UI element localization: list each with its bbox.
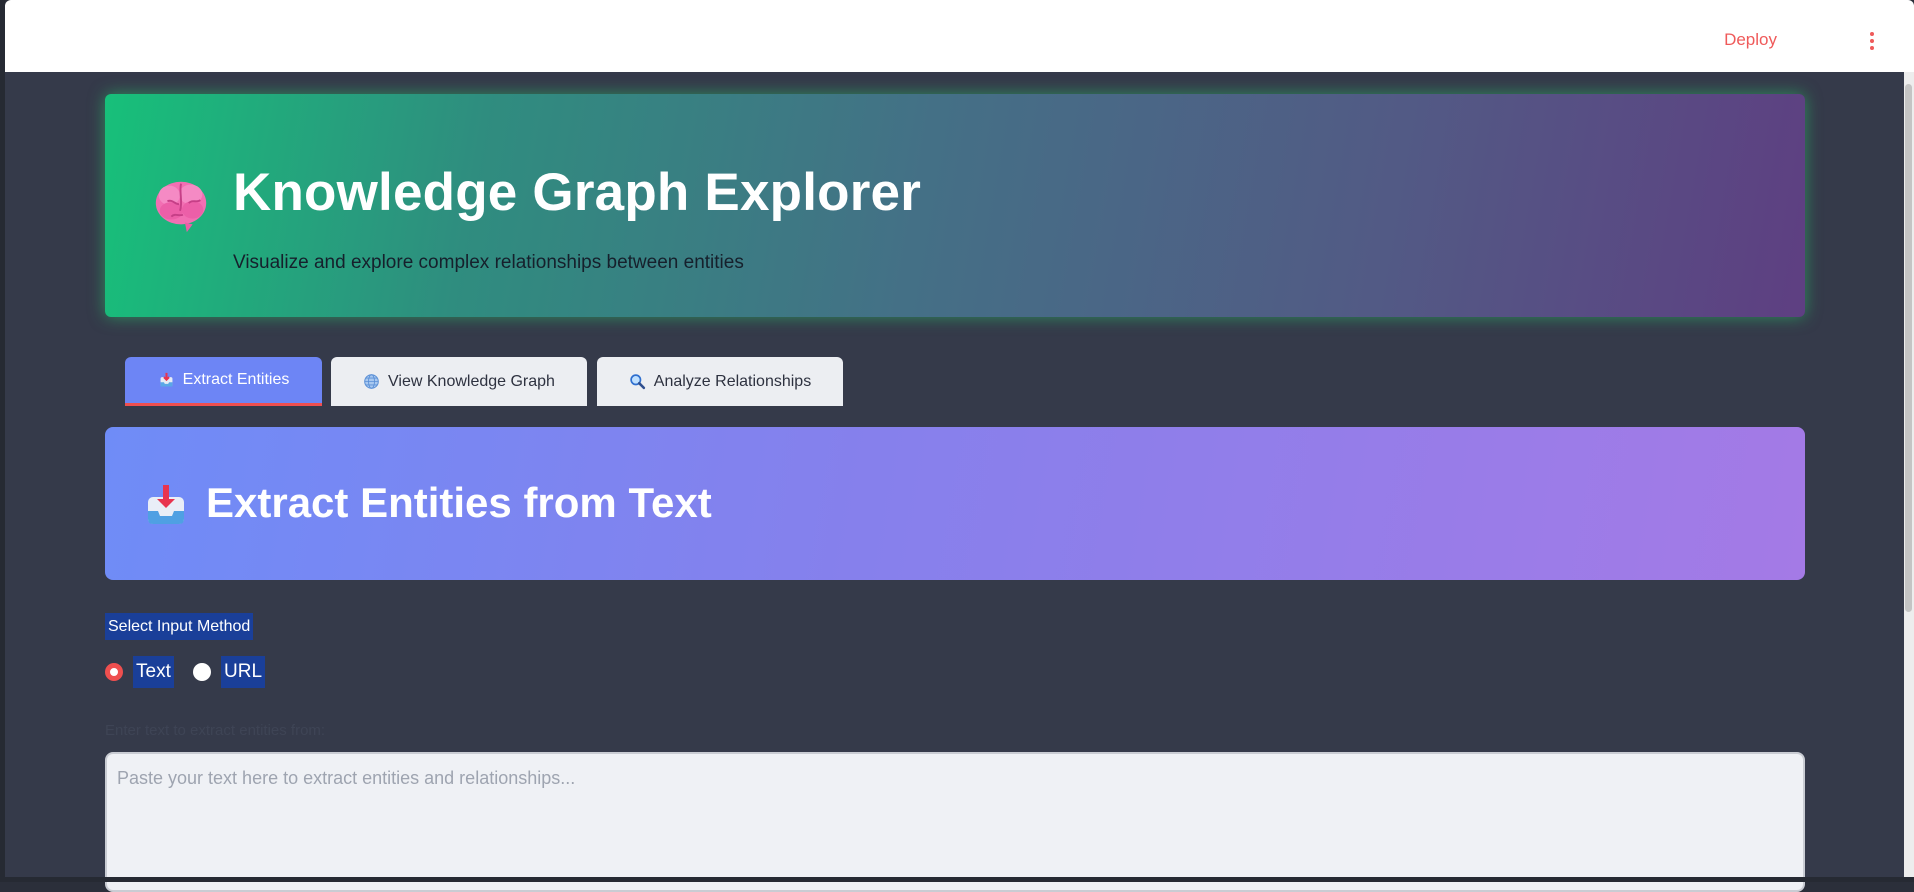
tab-label: Extract Entities xyxy=(182,371,290,388)
tab-extract-entities[interactable]: Extract Entities xyxy=(125,357,322,406)
kebab-menu-icon[interactable] xyxy=(1870,32,1874,50)
page-subtitle: Visualize and explore complex relationsh… xyxy=(233,252,744,273)
tab-label: Analyze Relationships xyxy=(653,372,812,390)
globe-icon xyxy=(364,374,379,389)
scrollbar-thumb[interactable] xyxy=(1905,84,1912,612)
radio-selected-icon[interactable] xyxy=(105,663,123,681)
header-banner: Knowledge Graph Explorer Visualize and e… xyxy=(105,94,1805,317)
text-input-label: Enter text to extract entities from: xyxy=(105,722,326,739)
tab-analyze-relationships[interactable]: Analyze Relationships xyxy=(597,357,843,406)
window-frame-bottom xyxy=(0,877,1914,882)
brain-icon xyxy=(155,181,207,233)
extract-section-banner: Extract Entities from Text xyxy=(105,427,1805,580)
radio-unselected-icon[interactable] xyxy=(193,663,211,681)
radio-text[interactable]: Text xyxy=(105,656,174,688)
radio-label: Text xyxy=(133,656,174,688)
input-method-label: Select Input Method xyxy=(105,613,254,640)
tab-view-knowledge-graph[interactable]: View Knowledge Graph xyxy=(331,357,587,406)
radio-label: URL xyxy=(221,656,266,688)
top-toolbar: Deploy xyxy=(5,0,1914,72)
inbox-tray-icon xyxy=(160,372,173,386)
tab-label: View Knowledge Graph xyxy=(388,372,555,390)
magnifier-icon xyxy=(630,374,645,390)
inbox-tray-icon xyxy=(148,485,184,524)
text-input-area[interactable]: Paste your text here to extract entities… xyxy=(105,752,1805,892)
section-title: Extract Entities from Text xyxy=(206,479,712,526)
radio-url[interactable]: URL xyxy=(193,656,266,688)
deploy-button[interactable]: Deploy xyxy=(1724,30,1777,50)
page-title: Knowledge Graph Explorer xyxy=(233,163,922,222)
text-input-placeholder: Paste your text here to extract entities… xyxy=(117,768,576,788)
